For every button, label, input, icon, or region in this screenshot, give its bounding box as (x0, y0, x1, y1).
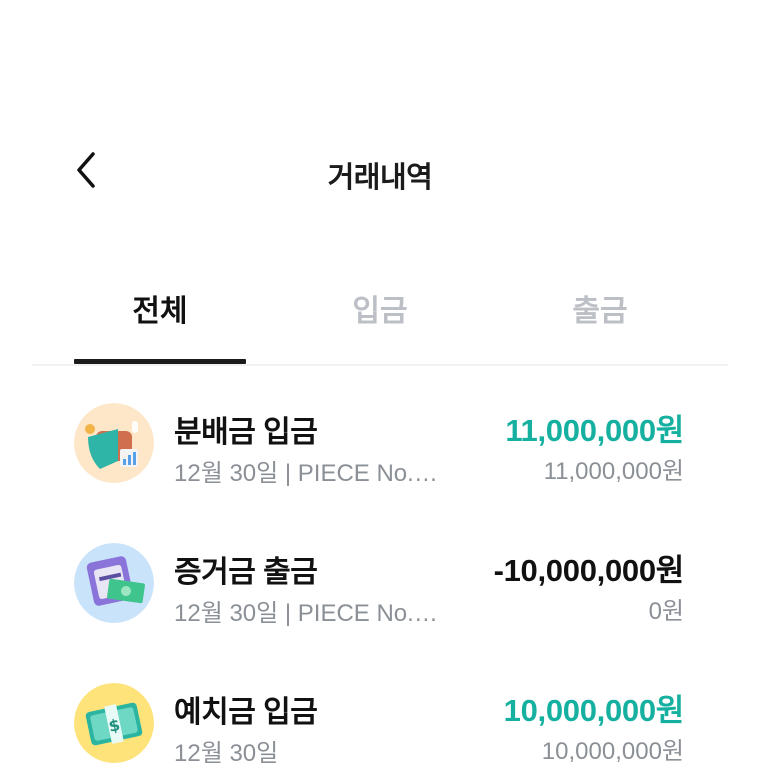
active-tab-indicator (74, 359, 246, 364)
transaction-row[interactable]: 분배금 입금 12월 30일 | PIECE No.2… 11,000,000원… (0, 385, 760, 487)
transaction-amount: -10,000,000원 (493, 553, 685, 588)
wallet-with-chart-icon (74, 403, 154, 483)
transaction-balance: 0원 (648, 598, 684, 625)
money-stack-icon: $ (74, 683, 154, 763)
transaction-subtitle: 12월 30일 (174, 740, 279, 767)
transaction-balance: 10,000,000원 (541, 738, 684, 765)
top-app-bar: 거래내역 (0, 130, 760, 214)
transaction-row[interactable]: $ 예치금 입금 12월 30일 10,000,000원 10,000,000원 (0, 665, 760, 767)
transaction-row[interactable]: 증거금 출금 12월 30일 | PIECE No.2… -10,000,000… (0, 525, 760, 627)
tab-withdrawal[interactable]: 출금 (514, 270, 686, 362)
page-title: 거래내역 (327, 162, 433, 194)
transaction-title: 분배금 입금 (174, 416, 318, 449)
tab-deposit[interactable]: 입금 (294, 270, 466, 362)
tab-bar: 전체 입금 출금 (32, 270, 728, 366)
tab-all[interactable]: 전체 (74, 270, 246, 362)
atm-cash-withdraw-icon (74, 543, 154, 623)
transaction-amount: 10,000,000원 (503, 693, 685, 728)
transaction-subtitle: 12월 30일 | PIECE No.2… (174, 600, 449, 627)
transaction-balance: 11,000,000원 (543, 458, 684, 485)
transaction-title: 예치금 입금 (174, 696, 318, 729)
transaction-title: 증거금 출금 (174, 556, 318, 589)
transaction-amount: 11,000,000원 (505, 413, 684, 448)
transaction-subtitle: 12월 30일 | PIECE No.2… (174, 460, 449, 487)
